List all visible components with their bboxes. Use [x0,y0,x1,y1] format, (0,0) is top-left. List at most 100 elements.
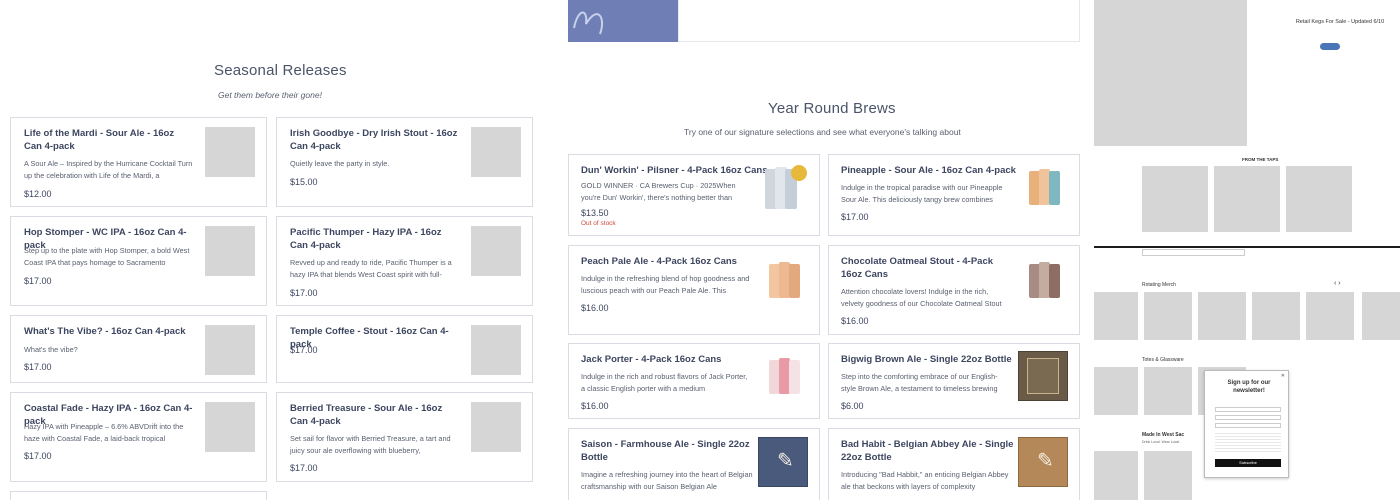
product-price: $17.00 [24,451,52,461]
product-image[interactable] [471,127,521,177]
product-price: $16.00 [581,401,609,411]
product-image[interactable] [471,226,521,276]
product-image[interactable]: ✎ [1018,437,1068,487]
product-image[interactable] [765,260,809,304]
product-image[interactable] [471,325,521,375]
product-price: $12.00 [24,189,52,199]
product-image[interactable] [205,325,255,375]
product-description: Hazy IPA with Pineapple – 6.6% ABVDrift … [24,422,184,443]
preview-merch [1094,292,1138,340]
newsletter-phone-field[interactable] [1215,423,1281,428]
product-price: $17.00 [24,362,52,372]
preview-local [1144,451,1192,500]
product-description: Indulge in the tropical paradise with ou… [841,183,1003,204]
product-image[interactable] [471,402,521,452]
preview-tap-item [1214,166,1280,232]
preview-banner-text: Retail Kegs For Sale - Updated 6/10 [1295,19,1385,25]
product-image[interactable] [205,127,255,177]
newsletter-name-field[interactable] [1215,415,1281,420]
preview-banner-button[interactable] [1320,43,1340,50]
product-image[interactable] [1025,260,1069,304]
product-description: Attention chocolate lovers! Indulge in t… [841,287,1002,308]
product-price: $17.00 [290,288,318,298]
product-title[interactable]: Life of the Mardi - Sour Ale - 16oz Can … [24,127,194,153]
product-card[interactable]: Hop Stomper - WC IPA - 16oz Can 4-pack S… [10,216,267,306]
product-title[interactable]: Peach Pale Ale - 4-Pack 16oz Cans [581,255,771,268]
newsletter-subscribe-button[interactable]: Subscribe [1215,459,1281,467]
hero-card-fragment [678,0,1080,42]
product-description: A Sour Ale – Inspired by the Hurricane C… [24,159,193,180]
yearround-subtitle: Try one of our signature selections and … [684,127,961,137]
product-card[interactable]: Pacific Thumper - Hazy IPA - 16oz Can 4-… [276,216,533,306]
newsletter-title: Sign up for our newsletter! [1227,380,1271,394]
product-price: $17.00 [24,276,52,286]
product-card[interactable]: Chocolate Oatmeal Stout - 4-Pack 16oz Ca… [828,245,1080,335]
product-image[interactable] [761,163,813,215]
product-title[interactable]: Bad Habit - Belgian Abbey Ale - Single 2… [841,438,1019,464]
product-image[interactable] [205,226,255,276]
product-price: $17.00 [290,345,318,355]
product-title[interactable]: Bigwig Brown Ale - Single 22oz Bottle [841,353,1031,366]
carousel-arrows-icon[interactable]: ‹ › [1334,280,1341,287]
preview-tap-item [1142,166,1208,232]
product-image[interactable] [765,356,809,400]
product-title[interactable]: Dun' Workin' - Pilsner - 4-Pack 16oz Can… [581,164,771,177]
product-title[interactable]: Chocolate Oatmeal Stout - 4-Pack 16oz Ca… [841,255,1011,281]
product-title[interactable]: Pineapple - Sour Ale - 16oz Can 4-pack [841,164,1031,177]
seasonal-subtitle: Get them before their gone! [218,90,322,100]
seasonal-title: Seasonal Releases [214,62,347,79]
product-description: Indulge in the rich and robust flavors o… [581,372,748,393]
product-card[interactable]: What's The Vibe? - 16oz Can 4-pack What'… [10,315,267,383]
hero-image [568,0,678,42]
product-card[interactable]: Pineapple - Sour Ale - 16oz Can 4-pack I… [828,154,1080,236]
product-title[interactable]: Jack Porter - 4-Pack 16oz Cans [581,353,771,366]
product-card[interactable]: Berried Treasure - Sour Ale - 16oz Can 4… [276,392,533,482]
product-description: Revved up and ready to ride, Pacific Thu… [290,258,452,279]
product-card[interactable]: Coastal Fade - Hazy IPA - 16oz Can 4-pac… [10,392,267,482]
product-image[interactable] [205,402,255,452]
preview-from-taps: FROM THE TAPS [1242,157,1279,162]
product-card[interactable]: Bigwig Brown Ale - Single 22oz Bottle St… [828,343,1080,419]
preview-hero [1094,0,1247,146]
product-description: What's the vibe? [24,345,78,354]
product-card[interactable]: Peach Pale Ale - 4-Pack 16oz Cans Indulg… [568,245,820,335]
product-card[interactable]: Dun' Workin' - Pilsner - 4-Pack 16oz Can… [568,154,820,236]
product-image[interactable] [1018,351,1068,401]
preview-merch [1144,292,1192,340]
product-title[interactable]: Irish Goodbye - Dry Irish Stout - 16oz C… [290,127,460,153]
product-card[interactable]: Jack Porter - 4-Pack 16oz Cans Indulge i… [568,343,820,419]
product-card[interactable]: Temple Coffee - Stout - 16oz Can 4-pack … [276,315,533,383]
preview-divider [1094,246,1400,248]
preview-merch [1198,292,1246,340]
product-card[interactable]: Bad Habit - Belgian Abbey Ale - Single 2… [828,428,1080,500]
preview-rotating: Rotating Merch [1142,282,1176,288]
product-description: GOLD WINNER · CA Brewers Cup · 2025When … [581,181,736,202]
product-title[interactable]: What's The Vibe? - 16oz Can 4-pack [24,325,194,338]
product-price: $17.00 [290,463,318,473]
preview-merch [1362,292,1400,340]
preview-tote [1094,367,1138,415]
product-image[interactable]: ✎ [758,437,808,487]
preview-local [1094,451,1138,500]
newsletter-popup[interactable]: ✕ Sign up for our newsletter! Subscribe [1204,370,1289,478]
product-title[interactable]: Berried Treasure - Sour Ale - 16oz Can 4… [290,402,460,428]
product-image[interactable] [1025,167,1069,211]
preview-made-in: Made In West Sac [1142,432,1185,438]
newsletter-email-field[interactable] [1215,407,1281,412]
product-card[interactable]: Saison - Farmhouse Ale - Single 22oz Bot… [568,428,820,500]
preview-merch [1306,292,1354,340]
product-card[interactable]: Life of the Mardi - Sour Ale - 16oz Can … [10,117,267,207]
product-title[interactable]: Pacific Thumper - Hazy IPA - 16oz Can 4-… [290,226,460,252]
newsletter-fine-print [1215,433,1281,453]
stock-status: Out of stock [581,220,616,227]
preview-made-in-sub: Drink Local. Wear Local. [1142,440,1181,444]
close-icon[interactable]: ✕ [1281,373,1285,379]
product-description: Imagine a refreshing journey into the he… [581,470,753,491]
product-title[interactable]: Saison - Farmhouse Ale - Single 22oz Bot… [581,438,751,464]
product-description: Quietly leave the party in style. [290,159,390,168]
rabbit-icon: ✎ [1037,450,1054,472]
product-card[interactable]: Irish Goodbye - Dry Irish Stout - 16oz C… [276,117,533,207]
product-card[interactable] [10,491,267,500]
preview-tap-item [1286,166,1352,232]
product-description: Step into the comforting embrace of our … [841,372,998,393]
